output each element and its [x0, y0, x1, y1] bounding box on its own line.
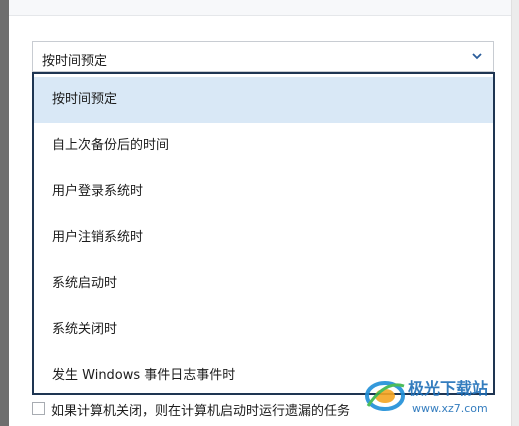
missed-task-checkbox[interactable]	[32, 402, 45, 415]
dropdown-option[interactable]: 按时间预定	[34, 77, 493, 123]
schedule-select[interactable]: 按时间预定	[32, 41, 494, 72]
schedule-select-value: 按时间预定	[42, 54, 108, 69]
svg-text:极光下载站: 极光下载站	[408, 379, 488, 398]
dropdown-option[interactable]: 用户注销系统时	[34, 215, 493, 261]
header-area	[9, 0, 511, 16]
left-panel-edge	[0, 0, 9, 426]
svg-text:www.xz7.com: www.xz7.com	[412, 402, 488, 415]
dropdown-option[interactable]: 系统启动时	[34, 261, 493, 307]
watermark-logo: 极光下载站 www.xz7.com	[365, 379, 488, 415]
dropdown-option[interactable]: 自上次备份后的时间	[34, 123, 493, 169]
schedule-dropdown-list: 按时间预定 自上次备份后的时间 用户登录系统时 用户注销系统时 系统启动时 系统…	[32, 72, 495, 395]
dropdown-option[interactable]: 系统关闭时	[34, 307, 493, 353]
chevron-down-icon[interactable]	[471, 50, 483, 62]
dropdown-option[interactable]: 用户登录系统时	[34, 169, 493, 215]
missed-task-label: 如果计算机关闭，则在计算机启动时运行遗漏的任务	[51, 404, 351, 419]
scrollbar-track[interactable]	[511, 0, 519, 426]
